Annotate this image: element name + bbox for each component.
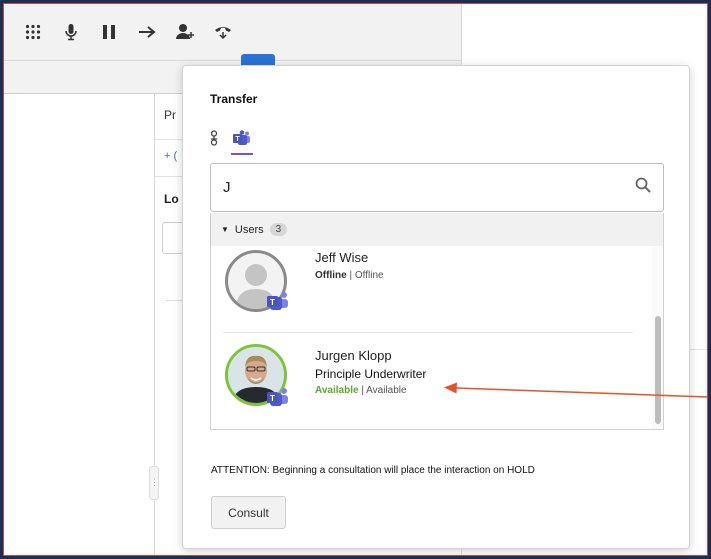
user-name: Jurgen Klopp bbox=[315, 348, 392, 363]
users-group-header[interactable]: ▼ Users 3 bbox=[211, 213, 663, 246]
teams-icon: T bbox=[267, 292, 288, 310]
add-participant-button[interactable] bbox=[166, 12, 204, 52]
divider bbox=[155, 176, 185, 177]
users-count-badge: 3 bbox=[269, 223, 288, 236]
svg-text:T: T bbox=[270, 394, 275, 403]
divider bbox=[223, 332, 633, 333]
teams-icon: T bbox=[267, 388, 288, 406]
list-item[interactable]: T Jeff Wise Offline | Offline bbox=[211, 246, 651, 336]
attention-message: ATTENTION: Beginning a consultation will… bbox=[211, 465, 535, 476]
app-window: Pr + ( Lo ⋮ Transfer T ▼ Users 3 bbox=[3, 3, 708, 556]
dialpad-icon bbox=[25, 24, 41, 40]
search-input[interactable] bbox=[223, 179, 635, 196]
list-item[interactable]: T Jurgen Klopp Principle Underwriter Ava… bbox=[211, 336, 651, 426]
side-panel-field[interactable] bbox=[162, 222, 184, 254]
pause-icon bbox=[103, 25, 115, 39]
add-user-icon bbox=[176, 24, 194, 39]
users-group-label: Users bbox=[234, 223, 264, 236]
presence-separator: | bbox=[349, 270, 353, 281]
search-results: ▼ Users 3 T Jeff Wise Offline | Offline bbox=[210, 213, 664, 430]
tab-directory[interactable] bbox=[209, 128, 219, 148]
side-panel-add-link[interactable]: + ( bbox=[164, 150, 177, 162]
hangup-icon bbox=[215, 27, 231, 40]
tab-teams[interactable]: T bbox=[231, 128, 253, 155]
call-toolbar bbox=[4, 4, 461, 61]
svg-text:T: T bbox=[270, 298, 275, 307]
teams-icon: T bbox=[233, 130, 250, 145]
transfer-popup: Transfer T ▼ Users 3 bbox=[182, 65, 690, 549]
hold-button[interactable] bbox=[90, 12, 128, 52]
divider bbox=[155, 139, 185, 140]
svg-text:T: T bbox=[235, 136, 240, 143]
caret-down-icon: ▼ bbox=[221, 225, 229, 234]
presence-text: Offline bbox=[354, 270, 384, 281]
end-call-button[interactable] bbox=[204, 12, 242, 52]
presence-text: Available bbox=[366, 385, 407, 396]
consult-button[interactable]: Consult bbox=[211, 496, 286, 529]
user-title: Principle Underwriter bbox=[315, 367, 427, 381]
arrow-right-icon bbox=[139, 26, 156, 38]
presence-state: Offline bbox=[315, 270, 347, 281]
search-icon[interactable] bbox=[635, 177, 651, 198]
user-presence: Available | Available bbox=[315, 385, 407, 396]
presence-separator: | bbox=[361, 385, 364, 396]
microphone-icon bbox=[65, 24, 77, 41]
resize-handle[interactable]: ⋮ bbox=[149, 466, 159, 500]
transfer-button[interactable] bbox=[128, 12, 166, 52]
directory-icon bbox=[210, 130, 218, 146]
dialpad-button[interactable] bbox=[14, 12, 52, 52]
side-panel-label: Pr bbox=[164, 108, 176, 122]
results-scrollbar[interactable] bbox=[652, 246, 663, 429]
search-field[interactable] bbox=[210, 163, 664, 212]
popup-title: Transfer bbox=[210, 92, 258, 106]
transfer-source-tabs: T bbox=[209, 128, 253, 155]
user-name: Jeff Wise bbox=[315, 250, 369, 265]
presence-state: Available bbox=[315, 385, 359, 396]
side-panel-heading: Lo bbox=[164, 192, 179, 206]
selected-tab-underline bbox=[231, 153, 253, 155]
mute-button[interactable] bbox=[52, 12, 90, 52]
scrollbar-thumb[interactable] bbox=[655, 316, 661, 424]
user-presence: Offline | Offline bbox=[315, 270, 384, 281]
